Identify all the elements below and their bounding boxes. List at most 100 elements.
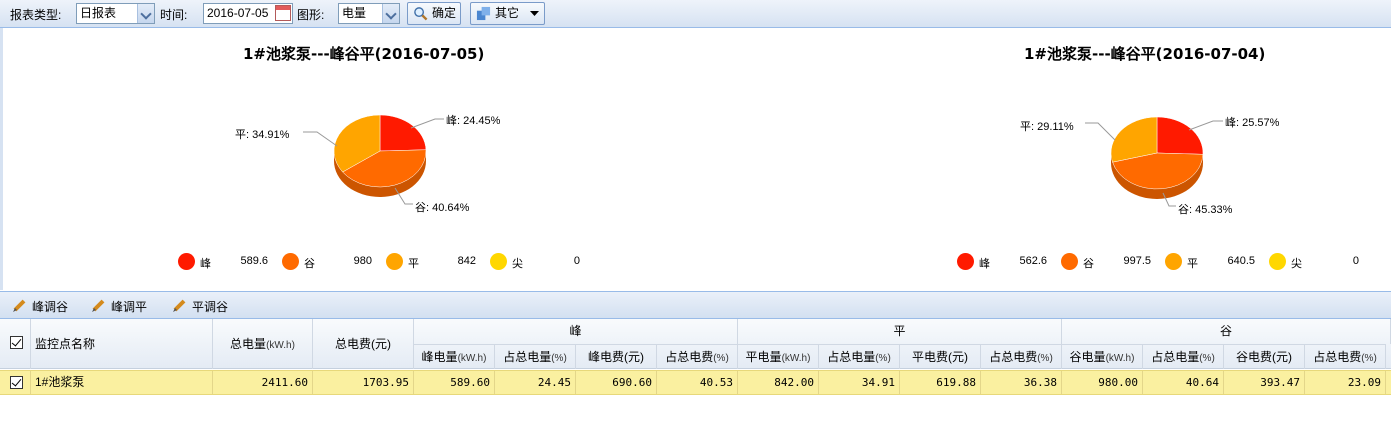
header-valley-cost-pct[interactable]: 占总电费(%)	[1305, 344, 1386, 369]
header-group-flat: 平	[738, 319, 1062, 344]
row-name: 1#池浆泵	[31, 371, 213, 394]
cell-peak-cost-pct: 40.53	[657, 371, 738, 394]
header-valley-kwh-text: 谷电量	[1069, 350, 1106, 364]
row-select-cell[interactable]	[0, 371, 31, 394]
legend-value: 640.5	[1227, 255, 1255, 267]
flat-to-valley-label: 平调谷	[192, 300, 229, 314]
graph-type-value: 电量	[342, 6, 367, 20]
date-field[interactable]: 2016-07-05	[203, 3, 293, 24]
time-label: 时间:	[160, 8, 188, 22]
select-all-cell[interactable]	[0, 319, 31, 369]
legend-name: 峰	[979, 258, 990, 270]
dropdown-caret-icon	[530, 11, 539, 16]
legend-name: 谷	[1083, 258, 1094, 270]
header-flat-kwh-pct[interactable]: 占总电量(%)	[819, 344, 900, 369]
select-all-checkbox[interactable]	[10, 336, 23, 349]
cell-flat-cost-pct: 36.38	[981, 371, 1062, 394]
header-valley-cost-pct-text: 占总电费	[1313, 350, 1362, 364]
grid-toolbar: 峰调谷 峰调平 平调谷	[0, 291, 1391, 319]
report-type-value: 日报表	[80, 6, 117, 20]
legend-value: 997.5	[1123, 255, 1151, 267]
legend-value: 562.6	[1019, 255, 1047, 267]
header-valley-cost[interactable]: 谷电费(元)	[1224, 344, 1305, 369]
legend-name: 尖	[1291, 258, 1302, 270]
header-flat-kwh-unit: (kW.h)	[781, 353, 811, 364]
date-value: 2016-07-05	[207, 6, 269, 20]
header-peak-kwh-text: 峰电量	[421, 350, 458, 364]
header-valley-kwh-unit: (kW.h)	[1105, 353, 1135, 364]
cell-total-cost: 1703.95	[313, 371, 414, 394]
cell-peak-kwh-pct: 24.45	[495, 371, 576, 394]
cell-flat-kwh-pct: 34.91	[819, 371, 900, 394]
graph-type-select[interactable]: 电量	[338, 3, 400, 24]
header-group-peak: 峰	[414, 319, 738, 344]
header-flat-kwh-pct-unit: (%)	[875, 353, 891, 364]
flat-to-valley-button[interactable]: 平调谷	[173, 298, 229, 315]
other-menu-button[interactable]: 其它	[470, 2, 545, 25]
legend-swatch	[1269, 253, 1286, 270]
chevron-down-icon[interactable]	[137, 4, 154, 23]
header-peak-kwh-pct[interactable]: 占总电量(%)	[495, 344, 576, 369]
header-peak-cost-pct-unit: (%)	[713, 353, 729, 364]
pencil-icon	[13, 299, 26, 312]
header-valley-kwh-pct-text: 占总电量	[1151, 350, 1200, 364]
header-flat-cost-pct-text: 占总电费	[989, 350, 1038, 364]
puzzle-icon	[476, 6, 491, 21]
cell-valley-cost: 393.47	[1224, 371, 1305, 394]
table-row[interactable]: 1#池浆泵 2411.60 1703.95 589.60 24.45 690.6…	[0, 370, 1391, 395]
pencil-icon	[92, 299, 105, 312]
header-total-kwh-unit: (kW.h)	[266, 340, 295, 351]
header-total-cost[interactable]: 总电费(元)	[313, 319, 414, 369]
peak-to-flat-button[interactable]: 峰调平	[92, 298, 148, 315]
legend-swatch	[1061, 253, 1078, 270]
header-total-kwh[interactable]: 总电量(kW.h)	[213, 319, 313, 369]
cell-flat-kwh: 842.00	[738, 371, 819, 394]
header-total-kwh-text: 总电量	[230, 337, 267, 351]
confirm-button-label: 确定	[432, 6, 457, 20]
cell-valley-kwh-pct: 40.64	[1143, 371, 1224, 394]
report-type-label: 报表类型:	[10, 8, 62, 22]
header-flat-kwh[interactable]: 平电量(kW.h)	[738, 344, 819, 369]
leader-lines-2	[1085, 120, 1223, 207]
header-flat-kwh-pct-text: 占总电量	[827, 350, 876, 364]
header-peak-kwh-pct-text: 占总电量	[503, 350, 552, 364]
header-peak-cost[interactable]: 峰电费(元)	[576, 344, 657, 369]
top-toolbar: 报表类型: 日报表 时间: 2016-07-05 图形: 电量 确定 其它	[0, 0, 1391, 28]
header-flat-cost-pct-unit: (%)	[1037, 353, 1053, 364]
header-peak-kwh-unit: (kW.h)	[457, 353, 487, 364]
cell-peak-kwh: 589.60	[414, 371, 495, 394]
header-flat-cost-pct[interactable]: 占总电费(%)	[981, 344, 1062, 369]
header-name[interactable]: 监控点名称	[31, 319, 213, 369]
report-type-select[interactable]: 日报表	[76, 3, 155, 24]
header-peak-kwh-pct-unit: (%)	[551, 353, 567, 364]
header-valley-kwh[interactable]: 谷电量(kW.h)	[1062, 344, 1143, 369]
header-peak-cost-pct[interactable]: 占总电费(%)	[657, 344, 738, 369]
cell-valley-kwh: 980.00	[1062, 371, 1143, 394]
pencil-icon	[173, 299, 186, 312]
other-menu-label: 其它	[495, 6, 520, 20]
header-valley-kwh-pct-unit: (%)	[1199, 353, 1215, 364]
legend-swatch	[957, 253, 974, 270]
cell-flat-cost: 619.88	[900, 371, 981, 394]
graph-label: 图形:	[297, 8, 325, 22]
chevron-down-icon[interactable]	[382, 4, 399, 23]
cell-total-kwh: 2411.60	[213, 371, 313, 394]
grid-header: 监控点名称 总电量(kW.h) 总电费(元) 峰 平 谷 峰电量(kW.h) 占…	[0, 319, 1391, 369]
header-peak-kwh[interactable]: 峰电量(kW.h)	[414, 344, 495, 369]
header-flat-cost[interactable]: 平电费(元)	[900, 344, 981, 369]
cell-peak-cost: 690.60	[576, 371, 657, 394]
header-valley-kwh-pct[interactable]: 占总电量(%)	[1143, 344, 1224, 369]
peak-to-flat-label: 峰调平	[111, 300, 148, 314]
header-valley-cost-pct-unit: (%)	[1361, 353, 1377, 364]
legend-swatch	[1165, 253, 1182, 270]
peak-to-valley-button[interactable]: 峰调谷	[13, 298, 69, 315]
row-checkbox[interactable]	[10, 376, 23, 389]
confirm-button[interactable]: 确定	[407, 2, 461, 25]
calendar-icon[interactable]	[275, 5, 291, 21]
cell-valley-cost-pct: 23.09	[1305, 371, 1386, 394]
chart-panel: 1#池浆泵---峰谷平(2016-07-05) 峰: 24.45% 谷: 40.…	[0, 28, 1391, 290]
header-group-valley: 谷	[1062, 319, 1391, 344]
header-flat-kwh-text: 平电量	[745, 350, 782, 364]
header-peak-cost-pct-text: 占总电费	[665, 350, 714, 364]
peak-to-valley-label: 峰调谷	[32, 300, 69, 314]
